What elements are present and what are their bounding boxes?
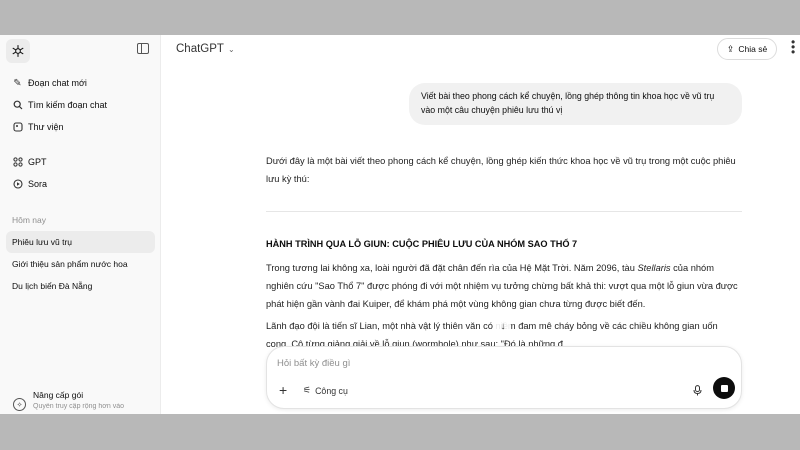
chevron-down-icon: ⌄ <box>227 44 235 54</box>
chat-item-label: Du lịch biển Đà Nẵng <box>12 281 93 291</box>
prompt-input[interactable] <box>277 355 677 371</box>
model-selector[interactable]: ChatGPT ⌄ <box>176 43 235 55</box>
chat-item-label: Giới thiệu sản phẩm nước hoa <box>12 259 128 269</box>
stop-button[interactable] <box>713 377 735 399</box>
sidebar-item-search[interactable]: Tìm kiếm đoạn chat <box>6 94 155 116</box>
plus-icon[interactable]: + <box>279 382 287 398</box>
gpt-icon <box>12 157 23 168</box>
section-label-today: Hôm nay <box>12 215 47 225</box>
microphone-icon[interactable] <box>693 385 702 399</box>
sidebar-toggle-icon[interactable] <box>137 43 149 54</box>
tools-label: Công cụ <box>315 385 348 396</box>
sidebar-header <box>0 35 160 65</box>
model-label: ChatGPT <box>176 43 224 55</box>
search-icon <box>12 100 23 111</box>
more-options-icon[interactable]: • • • <box>791 36 797 58</box>
assistant-intro: Dưới đây là một bài viết theo phong cách… <box>266 156 736 184</box>
share-label: Chia sẻ <box>738 44 768 54</box>
share-button[interactable]: ⇪ Chia sẻ <box>717 38 777 60</box>
chat-item-label: Phiêu lưu vũ trụ <box>12 237 73 247</box>
sidebar-item-label: Tìm kiếm đoạn chat <box>28 100 108 110</box>
article-paragraph-1: Trong tương lai không xa, loài người đã … <box>266 259 742 313</box>
sidebar-item-library[interactable]: Thư viện <box>6 116 155 138</box>
message-composer: + ⚟ Công cụ <box>266 346 742 409</box>
app-window: ✎ Đoạn chat mới Tìm kiếm đoạn chat Thư v… <box>0 35 800 414</box>
sora-icon <box>12 179 23 190</box>
scroll-down-arrow-icon[interactable]: ↓ <box>495 318 511 334</box>
share-icon: ⇪ <box>726 43 735 54</box>
main-panel: ChatGPT ⌄ ⇪ Chia sẻ • • • Viết bài theo ph… <box>161 35 800 414</box>
chat-item[interactable]: Du lịch biển Đà Nẵng <box>6 275 155 297</box>
upgrade-icon: ✧ <box>13 398 26 411</box>
article-heading: HÀNH TRÌNH QUA LỖ GIUN: CUỘC PHIÊU LƯU C… <box>266 239 578 249</box>
upgrade-plan-button[interactable]: ✧ Nâng cấp gói Quyền truy cập rộng hơn v… <box>10 385 155 414</box>
sidebar-item-gpt[interactable]: GPT <box>6 151 155 173</box>
upgrade-title: Nâng cấp gói <box>33 390 84 400</box>
sidebar-item-label: GPT <box>28 157 47 167</box>
chat-item-active[interactable]: Phiêu lưu vũ trụ <box>6 231 155 253</box>
user-message: Viết bài theo phong cách kể chuyện, lồng… <box>409 83 742 125</box>
divider <box>266 211 742 212</box>
sidebar-item-label: Sora <box>28 179 48 189</box>
paragraph-text: Trong tương lai không xa, loài người đã … <box>266 263 638 273</box>
upgrade-subtitle: Quyền truy cập rộng hơn vào <box>33 403 124 410</box>
tools-button[interactable]: ⚟ Công cụ <box>303 385 348 396</box>
stop-icon <box>720 384 728 392</box>
chat-item[interactable]: Giới thiệu sản phẩm nước hoa <box>6 253 155 275</box>
sidebar-item-label: Đoạn chat mới <box>28 78 87 88</box>
sidebar-item-new-chat[interactable]: ✎ Đoạn chat mới <box>6 72 155 94</box>
sidebar-item-sora[interactable]: Sora <box>6 173 155 195</box>
sliders-icon: ⚟ <box>303 385 312 395</box>
sidebar: ✎ Đoạn chat mới Tìm kiếm đoạn chat Thư v… <box>0 35 161 414</box>
chatgpt-logo-icon[interactable] <box>6 39 30 63</box>
library-icon <box>12 122 23 133</box>
sidebar-item-label: Thư viện <box>28 122 64 132</box>
ship-name: Stellaris <box>637 263 671 273</box>
new-chat-icon: ✎ <box>13 77 22 89</box>
